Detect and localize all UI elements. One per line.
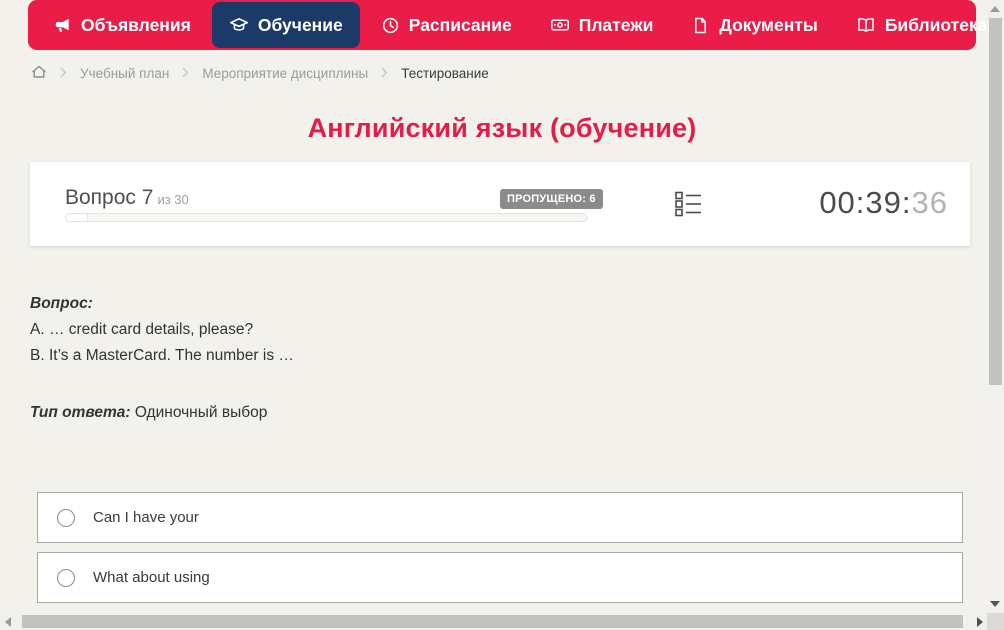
skipped-badge: ПРОПУЩЕНО: 6 [500,189,603,209]
answer-option-label: Can I have your [93,509,199,526]
question-total: из 30 [157,192,189,207]
breadcrumb-discipline-event[interactable]: Мероприятие дисциплины [202,66,368,81]
payments-icon [550,15,570,35]
timer-seconds: 36 [911,185,948,220]
scroll-down-arrow[interactable] [990,601,1000,607]
test-page: Объявления Обучение Расписание Платежи Д [0,0,1004,630]
question-progress-bar [65,213,588,222]
breadcrumb-study-plan[interactable]: Учебный план [80,66,169,81]
nav-item-announcements[interactable]: Объявления [36,2,208,48]
nav-item-label: Платежи [578,14,654,35]
answer-type-label: Тип ответа: [30,404,131,421]
nav-item-schedule[interactable]: Расписание [364,2,529,48]
vertical-scrollbar-thumb[interactable] [989,18,1002,385]
answer-option-label: What about using [93,569,210,586]
home-icon[interactable] [31,64,47,83]
vertical-scrollbar[interactable] [987,0,1004,613]
chevron-right-icon [381,66,388,81]
question-number: Вопрос 7 из 30 [65,186,189,209]
question-timer: 00:39:36 [819,185,948,221]
timer-main: 00:39: [819,185,912,220]
chevron-right-icon [182,66,189,81]
nav-item-label: Объявления [81,14,191,35]
breadcrumb-testing: Тестирование [401,65,489,81]
answer-option-2[interactable]: What about using [37,552,963,603]
question-label: Вопрос: [30,295,93,312]
scroll-left-arrow[interactable] [5,617,11,627]
page-title: Английский язык (обучение) [307,113,697,143]
main-nav-bar: Объявления Обучение Расписание Платежи Д [28,0,1004,50]
clock-icon [381,16,400,35]
nav-item-label: Обучение [257,14,343,35]
horizontal-scrollbar-thumb[interactable] [22,615,963,628]
megaphone-icon [53,16,72,35]
scroll-up-arrow[interactable] [990,6,1000,12]
breadcrumb: Учебный план Мероприятие дисциплины Тест… [31,62,489,84]
nav-item-label: Документы [719,14,818,35]
answer-option-1[interactable]: Can I have your [37,492,963,543]
chevron-right-icon [60,66,67,81]
question-line-a: A. … credit card details, please? [30,321,254,338]
radio-button[interactable] [57,568,75,587]
nav-item-payments[interactable]: Платежи [533,2,671,48]
answer-type-value: Одиночный выбор [134,404,268,421]
radio-button[interactable] [57,508,75,527]
scroll-right-arrow[interactable] [977,617,983,627]
nav-item-library[interactable]: Библиотека [839,2,1004,48]
nav-item-learning[interactable]: Обучение [211,2,360,48]
graduation-cap-icon [229,15,249,35]
book-icon [856,15,876,35]
question-line-b: B. It’s a MasterCard. The number is … [30,347,294,364]
horizontal-scrollbar[interactable] [0,613,987,630]
scrollbar-corner [987,613,1004,630]
question-text: Вопрос: A. … credit card details, please… [30,291,294,369]
question-progress-fill [66,214,88,221]
answer-type: Тип ответа: Одиночный выбор [30,404,267,422]
nav-item-documents[interactable]: Документы [674,2,834,48]
nav-item-label: Расписание [408,14,512,35]
question-status-panel: Вопрос 7 из 30 ПРОПУЩЕНО: 6 00:39:36 [30,162,970,246]
question-list-icon[interactable] [675,191,702,222]
document-icon [691,16,710,35]
nav-item-label: Библиотека [884,14,988,35]
